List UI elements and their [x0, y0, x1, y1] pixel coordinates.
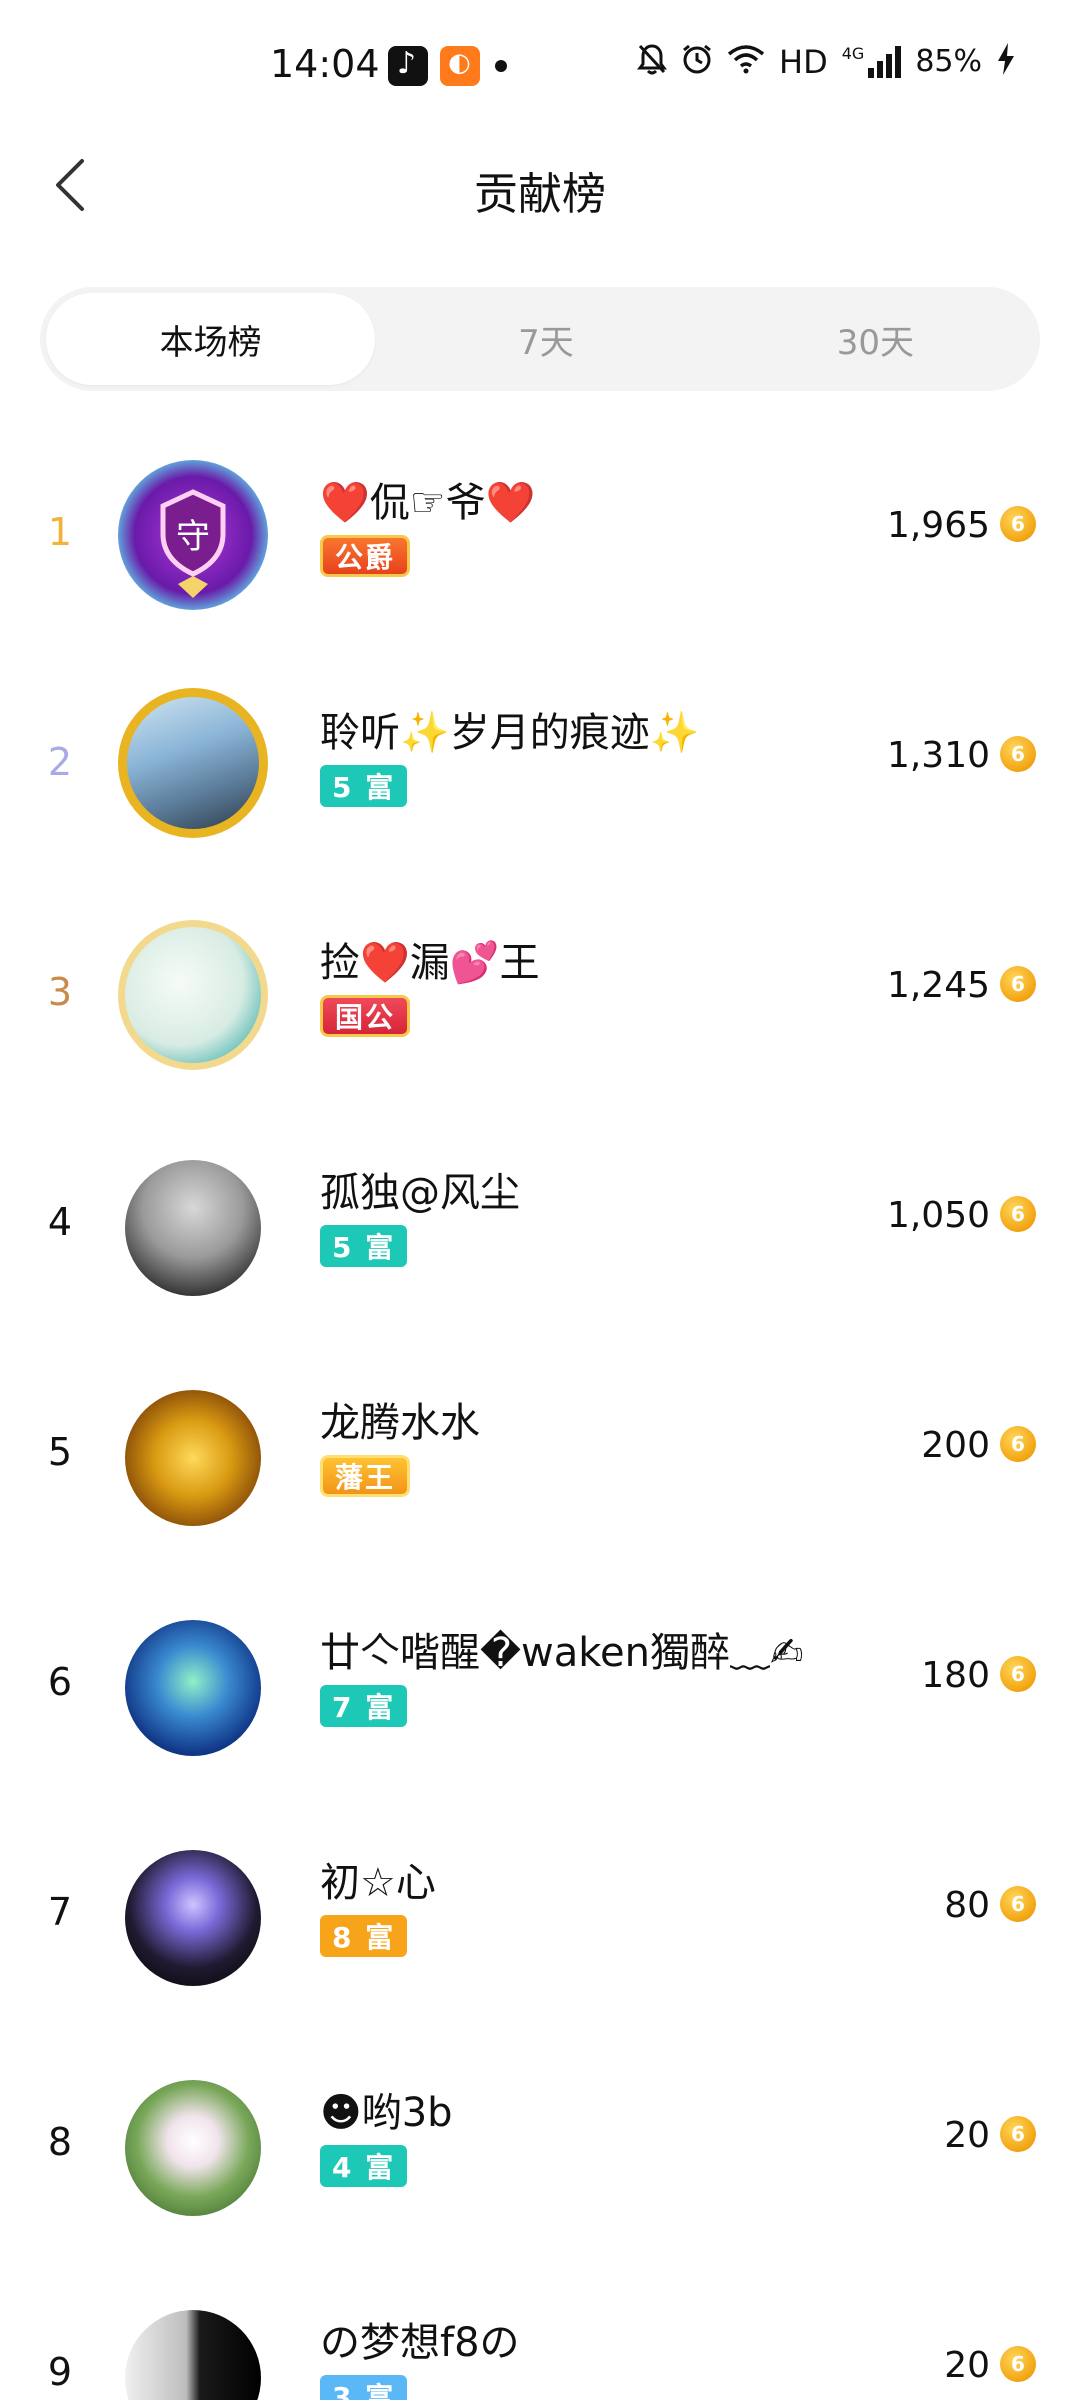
tab-7-days[interactable]: 7天: [381, 287, 710, 391]
coin-icon: 6: [1000, 736, 1036, 772]
list-item[interactable]: 3 捡❤️漏💕王 国公 1,245 6: [0, 880, 1080, 1110]
network-type: 4G: [841, 43, 865, 63]
contribution-score: 1,310: [886, 735, 990, 776]
notification-dot: [495, 60, 507, 72]
rank-title-badge: 藩王: [320, 1455, 411, 1497]
wealth-level-badge: 5 富: [320, 1225, 408, 1267]
coin-icon: 6: [1000, 2346, 1036, 2382]
avatar[interactable]: [125, 2310, 261, 2400]
user-name: 聆听✨岁月的痕迹✨: [320, 710, 700, 756]
coin-icon: 6: [1000, 2116, 1036, 2152]
battery-level: 85%: [915, 44, 982, 79]
wealth-level-badge: 4 富: [320, 2145, 408, 2187]
wealth-level-badge: 7 富: [320, 1685, 408, 1727]
wealth-level-badge: 5 富: [320, 765, 408, 807]
coin-icon: 6: [1000, 1196, 1036, 1232]
signal-icon: 4G: [841, 43, 902, 78]
status-time: 14:04: [270, 42, 380, 86]
contribution-score: 1,050: [886, 1195, 990, 1236]
contribution-score: 180: [921, 1655, 990, 1696]
user-name: 捡❤️漏💕王: [320, 940, 540, 986]
avatar[interactable]: [125, 2080, 261, 2216]
coin-icon: 6: [1000, 506, 1036, 542]
charging-icon: [996, 42, 1016, 81]
coin-icon: 6: [1000, 966, 1036, 1002]
rank-number: 7: [47, 1890, 73, 1934]
rank-title-badge: 公爵: [320, 535, 411, 577]
mute-bell-icon: [637, 43, 668, 80]
status-right-group: HD 4G 85%: [637, 42, 1016, 81]
avatar[interactable]: [125, 1850, 261, 1986]
rank-number: 9: [47, 2350, 73, 2394]
guard-shield-icon: 守: [160, 489, 226, 598]
user-name: ❤️侃☞爷❤️: [320, 480, 536, 526]
user-name: ☻哟3b: [320, 2090, 453, 2136]
avatar[interactable]: 守: [118, 460, 268, 610]
rank-number: 4: [47, 1200, 73, 1244]
network-label: HD: [779, 42, 828, 81]
period-tabs: 本场榜 7天 30天: [40, 287, 1040, 391]
rank-number: 6: [47, 1660, 73, 1704]
user-name: 廿亽喈醒�waken獨醉﹏✍: [320, 1630, 804, 1676]
contribution-score: 20: [944, 2345, 990, 2386]
list-item[interactable]: 8 ☻哟3b 4 富 20 6: [0, 2030, 1080, 2260]
tab-30-days[interactable]: 30天: [711, 287, 1040, 391]
avatar[interactable]: [125, 1620, 261, 1756]
signal-bars: [868, 45, 902, 78]
page-title: 贡献榜: [474, 169, 606, 220]
contribution-score: 20: [944, 2115, 990, 2156]
wifi-icon: [727, 44, 765, 79]
user-name: 孤独@风尘: [320, 1170, 520, 1216]
contribution-score: 200: [921, 1425, 990, 1466]
avatar[interactable]: [125, 1160, 261, 1296]
rank-number: 3: [47, 970, 73, 1014]
alarm-icon: [681, 43, 713, 80]
user-name: 初☆心: [320, 1860, 436, 1906]
list-item[interactable]: 7 初☆心 8 富 80 6: [0, 1800, 1080, 2030]
list-item[interactable]: 1 守 ❤️侃☞爷❤️ 公爵 1,965 6: [0, 420, 1080, 650]
avatar[interactable]: [118, 920, 268, 1070]
list-item[interactable]: 9 の梦想f8の 3 富 20 6: [0, 2260, 1080, 2400]
coin-icon: 6: [1000, 1886, 1036, 1922]
user-name: の梦想f8の: [320, 2320, 520, 2366]
list-item[interactable]: 6 廿亽喈醒�waken獨醉﹏✍ 7 富 180 6: [0, 1570, 1080, 1800]
user-name: 龙腾水水: [320, 1400, 480, 1446]
avatar[interactable]: [125, 1390, 261, 1526]
contribution-score: 1,965: [886, 505, 990, 546]
contribution-score: 80: [944, 1885, 990, 1926]
coin-icon: 6: [1000, 1656, 1036, 1692]
tab-this-session[interactable]: 本场榜: [46, 293, 376, 385]
tiktok-app-icon: [388, 46, 428, 86]
wealth-level-badge: 3 富: [320, 2375, 408, 2400]
wealth-level-badge: 8 富: [320, 1915, 408, 1957]
rank-title-badge: 国公: [320, 995, 411, 1037]
list-item[interactable]: 2 聆听✨岁月的痕迹✨ 5 富 1,310 6: [0, 650, 1080, 880]
orange-app-icon: [440, 46, 480, 86]
avatar[interactable]: [118, 688, 268, 838]
rank-number: 1: [47, 510, 73, 554]
rank-number: 2: [47, 740, 73, 784]
status-bar: 14:04 HD 4G 85%: [0, 0, 1080, 130]
list-item[interactable]: 5 龙腾水水 藩王 200 6: [0, 1340, 1080, 1570]
list-item[interactable]: 4 孤独@风尘 5 富 1,050 6: [0, 1110, 1080, 1340]
svg-text:守: 守: [176, 517, 210, 557]
rank-number: 5: [47, 1430, 73, 1474]
contribution-score: 1,245: [886, 965, 990, 1006]
rank-number: 8: [47, 2120, 73, 2164]
coin-icon: 6: [1000, 1426, 1036, 1462]
